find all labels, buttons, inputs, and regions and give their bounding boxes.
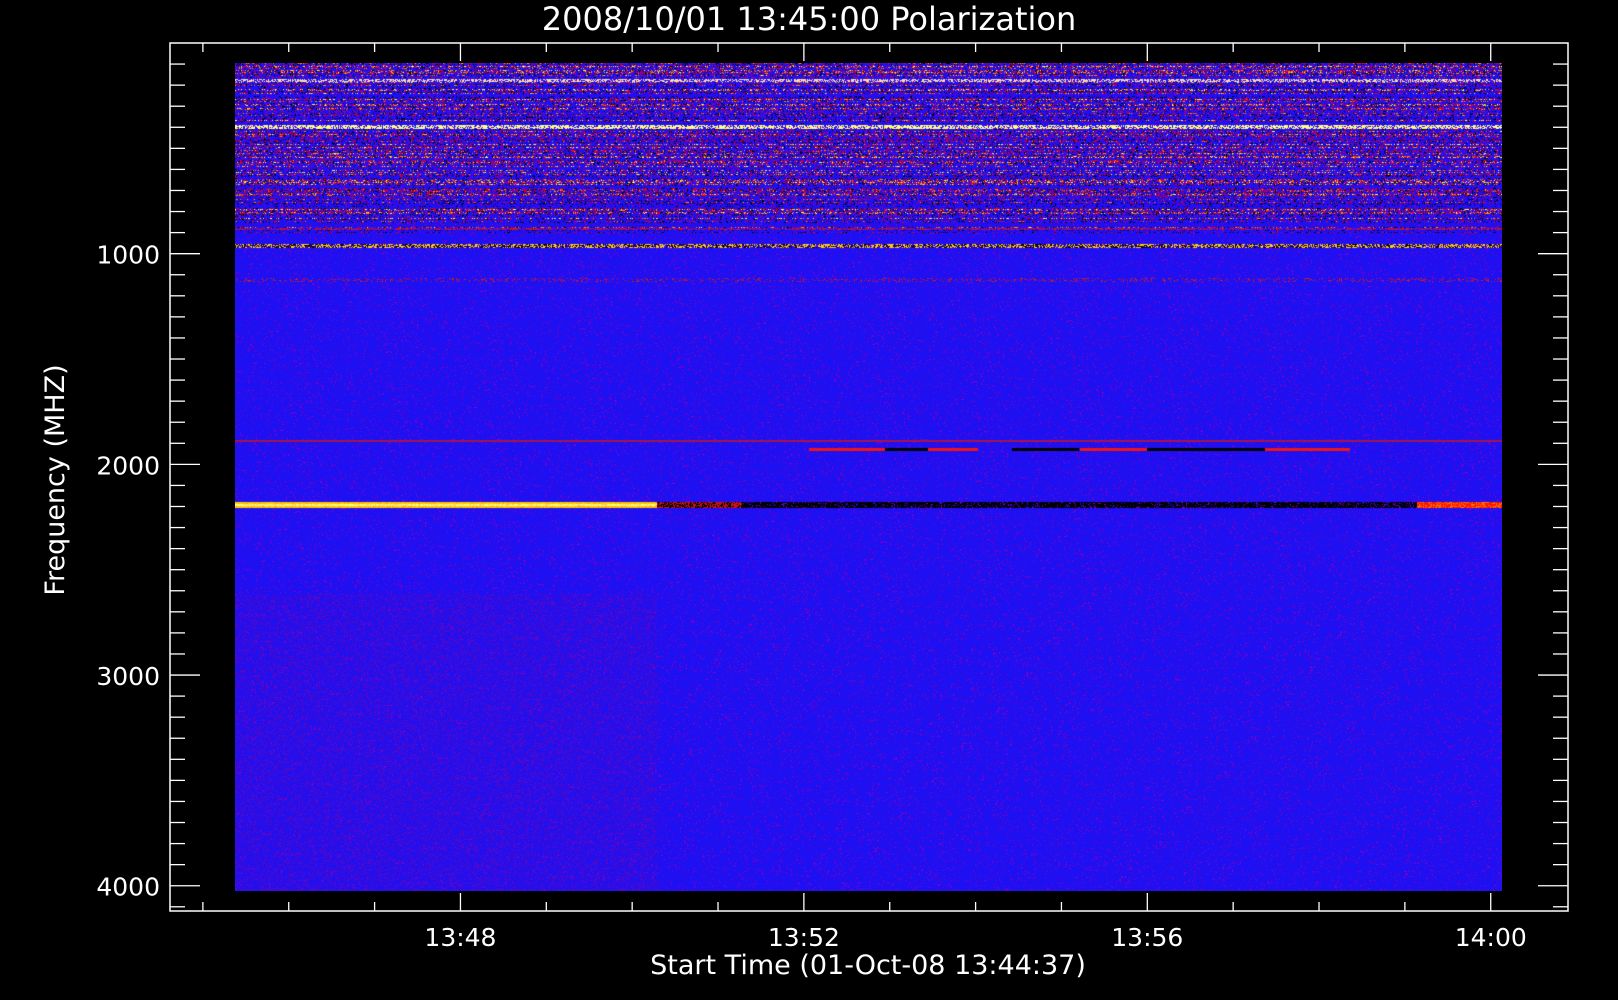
x-axis-label: Start Time (01-Oct-08 13:44:37) xyxy=(650,950,1086,981)
x-tick-label: 13:52 xyxy=(768,923,840,952)
spectrogram-heatmap xyxy=(235,63,1502,891)
x-tick-label: 14:00 xyxy=(1455,923,1527,952)
y-axis-tick-labels: 1000 2000 3000 4000 xyxy=(96,241,160,902)
chart-title: 2008/10/01 13:45:00 Polarization xyxy=(542,0,1076,38)
x-tick-label: 13:48 xyxy=(424,923,496,952)
spectrogram-chart: 2008/10/01 13:45:00 Polarization 13:48 13… xyxy=(40,0,1569,981)
y-tick-label: 1000 xyxy=(96,241,160,270)
y-tick-label: 4000 xyxy=(96,873,160,902)
x-axis-tick-labels: 13:48 13:52 13:56 14:00 xyxy=(424,923,1526,952)
y-axis-label: Frequency (MHZ) xyxy=(40,364,71,595)
y-tick-label: 2000 xyxy=(96,451,160,480)
x-tick-label: 13:56 xyxy=(1111,923,1183,952)
y-tick-label: 3000 xyxy=(96,662,160,691)
